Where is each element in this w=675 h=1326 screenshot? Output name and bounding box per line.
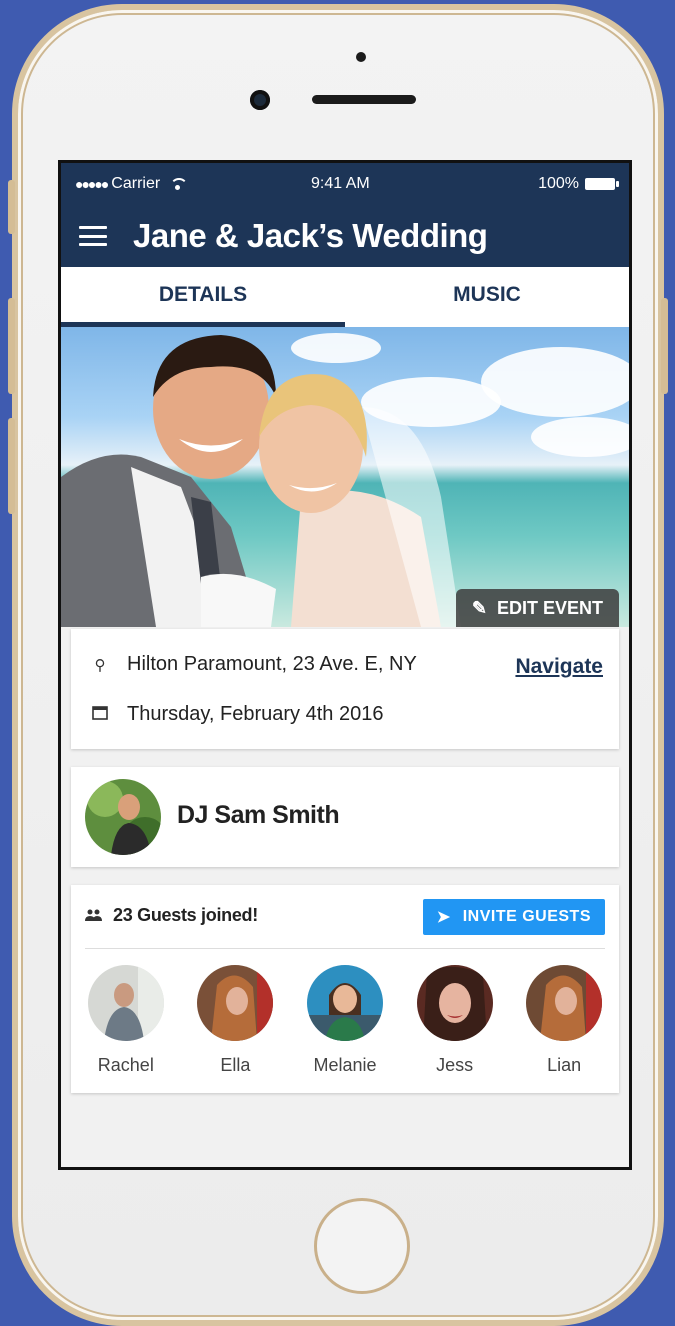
navigate-link[interactable]: Navigate xyxy=(515,655,603,679)
power-button xyxy=(661,298,668,394)
front-camera xyxy=(250,90,270,110)
guest-avatar xyxy=(416,965,493,1041)
earpiece-speaker xyxy=(312,95,416,104)
wifi-icon xyxy=(170,178,189,190)
guests-card: 23 Guests joined! ➤ INVITE GUESTS Rachel… xyxy=(71,885,619,1093)
invite-guests-label: INVITE GUESTS xyxy=(462,908,591,925)
guest-count-label: 23 Guests joined! xyxy=(113,905,258,925)
guest-item[interactable]: Ella xyxy=(190,965,280,1076)
guest-avatar xyxy=(197,965,274,1041)
edit-event-label: EDIT EVENT xyxy=(496,597,603,618)
dj-avatar xyxy=(85,779,161,855)
guest-name: Lian xyxy=(547,1055,582,1075)
guest-name: Jess xyxy=(436,1055,474,1075)
guest-item[interactable]: Jess xyxy=(410,965,500,1076)
tab-bar: DETAILS MUSIC xyxy=(61,267,629,327)
divider xyxy=(85,948,605,949)
edit-event-button[interactable]: ✎ EDIT EVENT xyxy=(455,589,619,627)
hamburger-menu-icon[interactable] xyxy=(79,226,107,246)
page-title: Jane & Jack’s Wedding xyxy=(133,217,488,254)
dj-name: DJ Sam Smith xyxy=(177,801,340,829)
guest-item[interactable]: Rachel xyxy=(81,965,171,1076)
guest-item[interactable]: Lian xyxy=(519,965,609,1076)
dj-card[interactable]: DJ Sam Smith xyxy=(71,767,619,867)
location-pin-icon: ⚲ xyxy=(94,656,106,674)
guest-avatar xyxy=(87,965,164,1041)
guest-avatar xyxy=(306,965,383,1041)
guest-list: Rachel Ella Melanie Jess Lian xyxy=(71,965,619,1076)
tab-music[interactable]: MUSIC xyxy=(345,267,629,327)
guest-avatar xyxy=(526,965,603,1041)
event-cover-photo: ✎ EDIT EVENT xyxy=(61,327,629,627)
pencil-icon: ✎ xyxy=(471,597,487,618)
guest-item[interactable]: Melanie xyxy=(300,965,390,1076)
send-icon: ➤ xyxy=(436,909,451,926)
app-screen: ●●●●● Carrier 9:41 AM 100% Jane & Jack’s… xyxy=(58,160,632,1170)
volume-down-button xyxy=(8,418,15,514)
volume-up-button xyxy=(8,298,15,394)
status-bar: ●●●●● Carrier 9:41 AM 100% xyxy=(61,163,629,205)
guest-name: Ella xyxy=(220,1055,251,1075)
sensor-dot xyxy=(356,52,366,62)
app-bar: ●●●●● Carrier 9:41 AM 100% Jane & Jack’s… xyxy=(61,163,629,267)
calendar-icon xyxy=(89,705,111,724)
battery-icon xyxy=(585,178,619,190)
home-button[interactable] xyxy=(314,1198,410,1294)
group-icon xyxy=(85,905,103,926)
battery-percent: 100% xyxy=(538,175,579,192)
tab-details[interactable]: DETAILS xyxy=(61,267,345,327)
event-address: Hilton Paramount, 23 Ave. E, NY xyxy=(127,653,417,675)
event-date: Thursday, February 4th 2016 xyxy=(127,703,384,725)
invite-guests-button[interactable]: ➤ INVITE GUESTS xyxy=(422,899,605,935)
guest-name: Melanie xyxy=(313,1055,377,1075)
guest-name: Rachel xyxy=(97,1055,154,1075)
signal-strength-icon: ●●●●● xyxy=(75,176,109,192)
couple-photo xyxy=(61,335,461,627)
carrier-label: Carrier xyxy=(111,175,161,192)
status-time: 9:41 AM xyxy=(311,175,370,192)
mute-switch xyxy=(8,180,15,234)
location-card: ⚲ Hilton Paramount, 23 Ave. E, NY Naviga… xyxy=(71,629,619,749)
